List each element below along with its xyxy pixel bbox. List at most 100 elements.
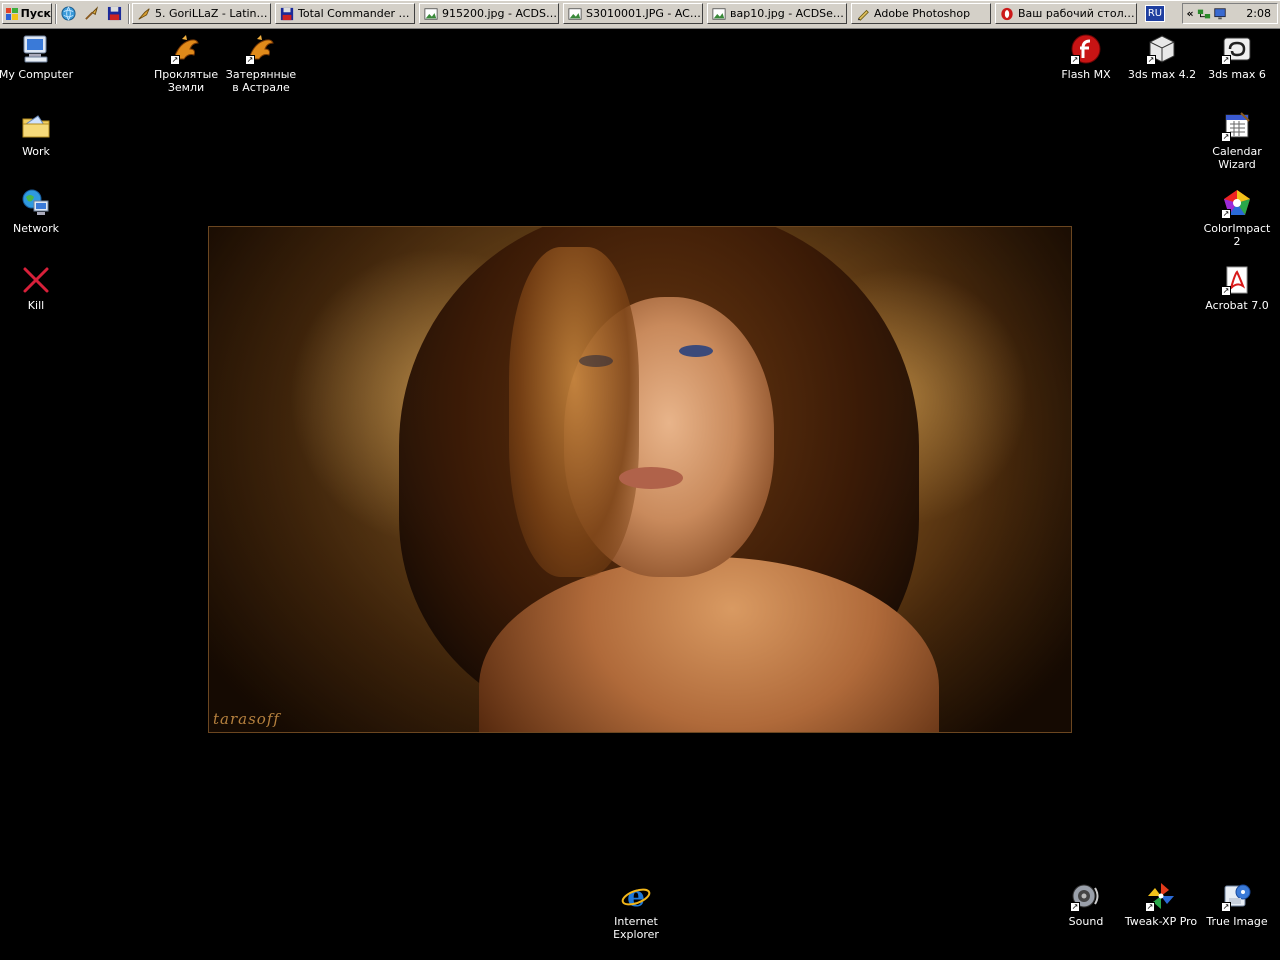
desktop-icon-acrobat[interactable]: Acrobat 7.0 xyxy=(1199,264,1275,312)
desktop-icon-label: 3ds max 6 xyxy=(1208,68,1266,81)
my-computer-icon xyxy=(20,33,52,65)
desktop-icon-label: Work xyxy=(22,145,50,158)
acrobat-icon xyxy=(1221,264,1253,296)
desktop-icon-zateriannye-v-astrale[interactable]: Затерянные в Астрале xyxy=(223,33,299,94)
task-label: S3010001.JPG - ACD... xyxy=(586,7,702,20)
desktop-icon-prokliatye-zemli[interactable]: Проклятые Земли xyxy=(148,33,224,94)
desktop-icon-label: 3ds max 4.2 xyxy=(1127,68,1197,81)
wallpaper-image: tarasoff xyxy=(208,226,1072,733)
shortcut-arrow-icon xyxy=(1221,902,1231,912)
task-label: Adobe Photoshop xyxy=(874,7,971,20)
task-acdsee-2[interactable]: S3010001.JPG - ACD... xyxy=(563,3,703,24)
shortcut-arrow-icon xyxy=(170,55,180,65)
shortcut-arrow-icon xyxy=(1070,55,1080,65)
desktop-icon-work[interactable]: Work xyxy=(0,110,74,158)
shortcut-arrow-icon xyxy=(1221,209,1231,219)
image-viewer-icon xyxy=(711,7,726,21)
desktop-icon-label: Tweak-XP Pro xyxy=(1124,915,1198,928)
start-label: Пуск xyxy=(20,7,51,20)
shortcut-arrow-icon xyxy=(1146,55,1156,65)
internet-explorer-icon: e xyxy=(620,880,652,912)
desktop-icon-3ds-max-6[interactable]: 3ds max 6 xyxy=(1199,33,1275,81)
taskbar: Пуск 5. GoriLLaZ - Latin Si... Total Com… xyxy=(0,0,1280,29)
desktop-icon-label: Network xyxy=(13,222,59,235)
shortcut-arrow-icon xyxy=(1221,55,1231,65)
opera-icon xyxy=(999,7,1014,21)
color-wheel-icon xyxy=(1221,187,1253,219)
desktop-icon-label: Calendar Wizard xyxy=(1212,145,1262,171)
desktop-icon-tweak-xp-pro[interactable]: Tweak-XP Pro xyxy=(1123,880,1199,928)
task-label: 915200.jpg - ACDSe... xyxy=(442,7,558,20)
speaker-icon xyxy=(1070,880,1102,912)
shortcut-arrow-icon xyxy=(1221,286,1231,296)
task-acdsee-3[interactable]: вар10.jpg - ACDSee ... xyxy=(707,3,847,24)
desktop-icon-colorimpact[interactable]: ColorImpact 2 xyxy=(1199,187,1275,248)
desktop-icon-label: Sound xyxy=(1068,915,1104,928)
task-total-commander[interactable]: Total Commander 5.51 xyxy=(275,3,415,24)
floppy-disk-icon xyxy=(279,7,294,21)
red-x-icon xyxy=(20,264,52,296)
desktop-icon-label: Internet Explorer xyxy=(613,915,659,941)
system-tray: « 2:08 xyxy=(1182,3,1278,24)
start-button[interactable]: Пуск xyxy=(2,3,52,24)
flash-icon xyxy=(1070,33,1102,65)
wallpaper-signature: tarasoff xyxy=(213,710,280,728)
wallpaper-eye xyxy=(679,345,713,357)
desktop-icon-true-image[interactable]: True Image xyxy=(1199,880,1275,928)
desktop-icon-3ds-max-4-2[interactable]: 3ds max 4.2 xyxy=(1124,33,1200,81)
shortcut-arrow-icon xyxy=(1145,902,1155,912)
dragon-icon xyxy=(170,33,202,65)
photoshop-icon xyxy=(855,7,870,21)
desktop-icon-flash-mx[interactable]: Flash MX xyxy=(1048,33,1124,81)
3ds-max-icon xyxy=(1146,33,1178,65)
task-opera[interactable]: Ваш рабочий стол :... xyxy=(995,3,1137,24)
image-viewer-icon xyxy=(567,7,582,21)
dragon-icon xyxy=(245,33,277,65)
language-indicator[interactable]: RU xyxy=(1145,5,1165,22)
shortcut-arrow-icon xyxy=(245,55,255,65)
network-icon xyxy=(20,187,52,219)
task-acdsee-1[interactable]: 915200.jpg - ACDSe... xyxy=(419,3,559,24)
desktop-icon-label: Проклятые Земли xyxy=(154,68,219,94)
folder-icon xyxy=(20,110,52,142)
wallpaper-eye xyxy=(579,355,613,367)
task-label: 5. GoriLLaZ - Latin Si... xyxy=(155,7,270,20)
svg-text:e: e xyxy=(627,880,645,912)
broom-icon[interactable] xyxy=(83,5,100,22)
desktop-icon-label: Flash MX xyxy=(1061,68,1111,81)
desktop-icon-label: Kill xyxy=(27,299,45,312)
shortcut-arrow-icon xyxy=(1221,132,1231,142)
desktop-icon-label: Acrobat 7.0 xyxy=(1205,299,1269,312)
network-status-icon[interactable] xyxy=(1197,7,1211,21)
taskbar-separator xyxy=(55,4,57,24)
desktop-icon-calendar-wizard[interactable]: Calendar Wizard xyxy=(1199,110,1275,171)
desktop-icon-label: Затерянные в Астрале xyxy=(225,68,297,94)
taskbar-separator xyxy=(128,4,130,24)
desktop-icon-internet-explorer[interactable]: e Internet Explorer xyxy=(598,880,674,941)
tray-expand-button[interactable]: « xyxy=(1183,7,1197,20)
monitor-icon[interactable] xyxy=(1213,7,1227,21)
shortcut-arrow-icon xyxy=(1070,902,1080,912)
task-winamp[interactable]: 5. GoriLLaZ - Latin Si... xyxy=(132,3,271,24)
winamp-icon xyxy=(136,7,151,21)
image-viewer-icon xyxy=(423,7,438,21)
task-photoshop[interactable]: Adobe Photoshop xyxy=(851,3,991,24)
wallpaper-hair-strand xyxy=(509,247,639,577)
task-label: Total Commander 5.51 xyxy=(298,7,414,20)
desktop-icon-my-computer[interactable]: My Computer xyxy=(0,33,74,81)
task-label: вар10.jpg - ACDSee ... xyxy=(730,7,846,20)
true-image-icon xyxy=(1221,880,1253,912)
pinwheel-icon xyxy=(1145,880,1177,912)
desktop-icon-label: True Image xyxy=(1206,915,1268,928)
3ds-max-icon xyxy=(1221,33,1253,65)
windows-flag-icon xyxy=(6,7,18,20)
desktop-icon-label: My Computer xyxy=(0,68,74,81)
desktop-icon-network[interactable]: Network xyxy=(0,187,74,235)
clock[interactable]: 2:08 xyxy=(1246,7,1271,20)
calendar-icon xyxy=(1221,110,1253,142)
desktop-icon-sound[interactable]: Sound xyxy=(1048,880,1124,928)
wallpaper-lips xyxy=(619,467,683,489)
floppy-disk-icon[interactable] xyxy=(106,5,123,22)
globe-icon[interactable] xyxy=(60,5,77,22)
desktop-icon-kill[interactable]: Kill xyxy=(0,264,74,312)
